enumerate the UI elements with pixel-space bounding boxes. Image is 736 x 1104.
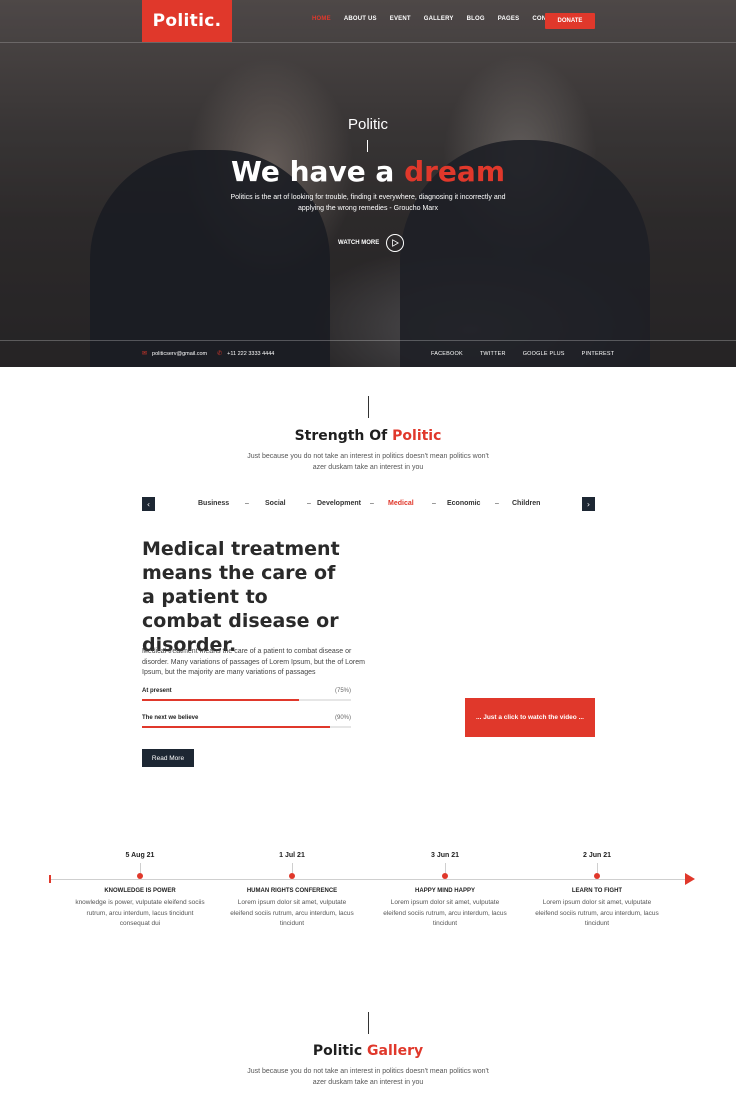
tab-economic[interactable]: Economic: [447, 500, 480, 507]
timeline-title: KNOWLEDGE IS POWER: [104, 888, 176, 894]
tab-development[interactable]: Development: [317, 500, 361, 507]
tab-separator: –: [245, 500, 249, 507]
gallery-subtitle: Just because you do not take an interest…: [247, 1068, 489, 1086]
nav-item-about[interactable]: ABOUT US: [344, 16, 377, 22]
social-facebook[interactable]: FACEBOOK: [431, 351, 463, 357]
header-divider: [0, 42, 736, 43]
tab-children[interactable]: Children: [512, 500, 540, 507]
tab-business[interactable]: Business: [198, 500, 229, 507]
timeline-arrow-icon[interactable]: [685, 873, 695, 885]
contact-bar: ✉ politicserv@gmail.com ✆ +11 222 3333 4…: [142, 350, 274, 358]
section-divider: [368, 396, 369, 418]
progress-label: At present: [142, 688, 172, 694]
tab-social[interactable]: Social: [265, 500, 286, 507]
strength-heading: Medical treatment means the care of a pa…: [142, 538, 340, 656]
timeline-item: 3 Jun 21 HAPPY MIND HAPPY Lorem ipsum do…: [380, 852, 510, 930]
hero-title: We have a dream: [0, 155, 736, 188]
strength-title-accent: Politic: [392, 428, 442, 444]
tab-medical[interactable]: Medical: [388, 500, 414, 507]
timeline-tick: [444, 863, 446, 873]
timeline-dot[interactable]: [289, 873, 295, 879]
play-icon[interactable]: [386, 234, 405, 252]
chevron-left-icon[interactable]: ‹: [142, 497, 155, 511]
social-pinterest[interactable]: PINTEREST: [582, 351, 615, 357]
chevron-right-icon[interactable]: ›: [582, 497, 595, 511]
timeline-tick: [139, 863, 141, 873]
watch-more-button[interactable]: WATCH MORE: [338, 234, 405, 252]
watch-video-button[interactable]: ... Just a click to watch the video ...: [465, 698, 595, 737]
social-links: FACEBOOK TWITTER GOOGLE PLUS PINTEREST: [431, 351, 631, 357]
timeline-dot[interactable]: [594, 873, 600, 879]
timeline-dot[interactable]: [137, 873, 143, 879]
progress-fill: [142, 699, 299, 701]
hero-bottom-divider: [0, 340, 736, 341]
tab-separator: –: [432, 500, 436, 507]
progress-label: The next we believe: [142, 715, 199, 721]
hero-title-accent: dream: [404, 155, 505, 188]
timeline-text: Lorem ipsum dolor sit amet, vulputate el…: [535, 899, 659, 927]
timeline-item: 1 Jul 21 HUMAN RIGHTS CONFERENCE Lorem i…: [227, 852, 357, 930]
progress-fill: [142, 726, 331, 728]
timeline-text: Lorem ipsum dolor sit amet, vulputate el…: [383, 899, 507, 927]
timeline-start-marker: [49, 875, 51, 883]
hero-quote: Politics is the art of looking for troub…: [230, 194, 506, 212]
strength-body: Medical treatment means the care of a pa…: [142, 648, 365, 676]
contact-email[interactable]: politicserv@gmail.com: [152, 351, 207, 357]
timeline-title: LEARN TO FIGHT: [571, 888, 623, 894]
timeline-item: 2 Jun 21 LEARN TO FIGHT Lorem ipsum dolo…: [532, 852, 662, 930]
nav-item-home[interactable]: HOME: [312, 16, 331, 22]
donate-button[interactable]: DONATE: [545, 13, 595, 29]
tab-separator: –: [370, 500, 374, 507]
read-more-button[interactable]: Read More: [142, 749, 194, 767]
progress-next-we-believe: The next we believe (90%): [142, 715, 351, 728]
gallery-title: Politic Gallery: [0, 1043, 736, 1059]
timeline-text: Lorem ipsum dolor sit amet, vulputate el…: [230, 899, 354, 927]
timeline-date: 3 Jun 21: [430, 852, 459, 859]
nav-item-event[interactable]: EVENT: [390, 16, 411, 22]
timeline-date: 5 Aug 21: [125, 852, 155, 859]
contact-phone[interactable]: +11 222 3333 4444: [227, 351, 274, 357]
progress-percent: (75%): [334, 688, 351, 694]
tab-separator: –: [495, 500, 499, 507]
timeline-date: 1 Jul 21: [279, 852, 305, 859]
hero-section: Politic. HOME ABOUT US EVENT GALLERY BLO…: [0, 0, 736, 367]
mail-icon: ✉: [142, 351, 148, 357]
social-twitter[interactable]: TWITTER: [480, 351, 506, 357]
timeline-date: 2 Jun 21: [582, 852, 611, 859]
nav-item-gallery[interactable]: GALLERY: [424, 16, 454, 22]
progress-track: [142, 726, 351, 728]
progress-at-present: At present (75%): [142, 688, 351, 701]
hero-subtitle: Politic: [347, 116, 388, 133]
hero-title-main: We have a: [230, 155, 405, 188]
site-logo[interactable]: Politic.: [142, 0, 232, 42]
main-nav: HOME ABOUT US EVENT GALLERY BLOG PAGES C…: [312, 16, 576, 22]
section-divider: [368, 1012, 369, 1034]
timeline-dot[interactable]: [442, 873, 448, 879]
timeline-item: 5 Aug 21 KNOWLEDGE IS POWER knowledge is…: [75, 852, 205, 930]
tab-separator: –: [307, 500, 311, 507]
nav-item-blog[interactable]: BLOG: [467, 16, 485, 22]
timeline-title: HAPPY MIND HAPPY: [415, 888, 475, 894]
nav-item-pages[interactable]: PAGES: [498, 16, 520, 22]
timeline-tick: [596, 863, 598, 873]
phone-icon: ✆: [217, 351, 223, 357]
progress-track: [142, 699, 351, 701]
timeline-tick: [291, 863, 293, 873]
strength-subtitle: Just because you do not take an interest…: [247, 453, 489, 471]
social-google-plus[interactable]: GOOGLE PLUS: [523, 351, 565, 357]
strength-title: Strength Of Politic: [0, 428, 736, 444]
timeline-text: knowledge is power, vulputate eleifend s…: [75, 899, 205, 927]
strength-title-main: Strength Of: [294, 428, 393, 444]
timeline-title: HUMAN RIGHTS CONFERENCE: [246, 888, 338, 894]
gallery-title-accent: Gallery: [367, 1043, 424, 1059]
watch-more-label: WATCH MORE: [338, 240, 380, 246]
strength-tabs: ‹ Business – Social – Development – Medi…: [142, 497, 595, 511]
gallery-title-main: Politic: [312, 1043, 368, 1059]
progress-percent: (90%): [334, 715, 351, 721]
hero-divider: [367, 140, 368, 152]
